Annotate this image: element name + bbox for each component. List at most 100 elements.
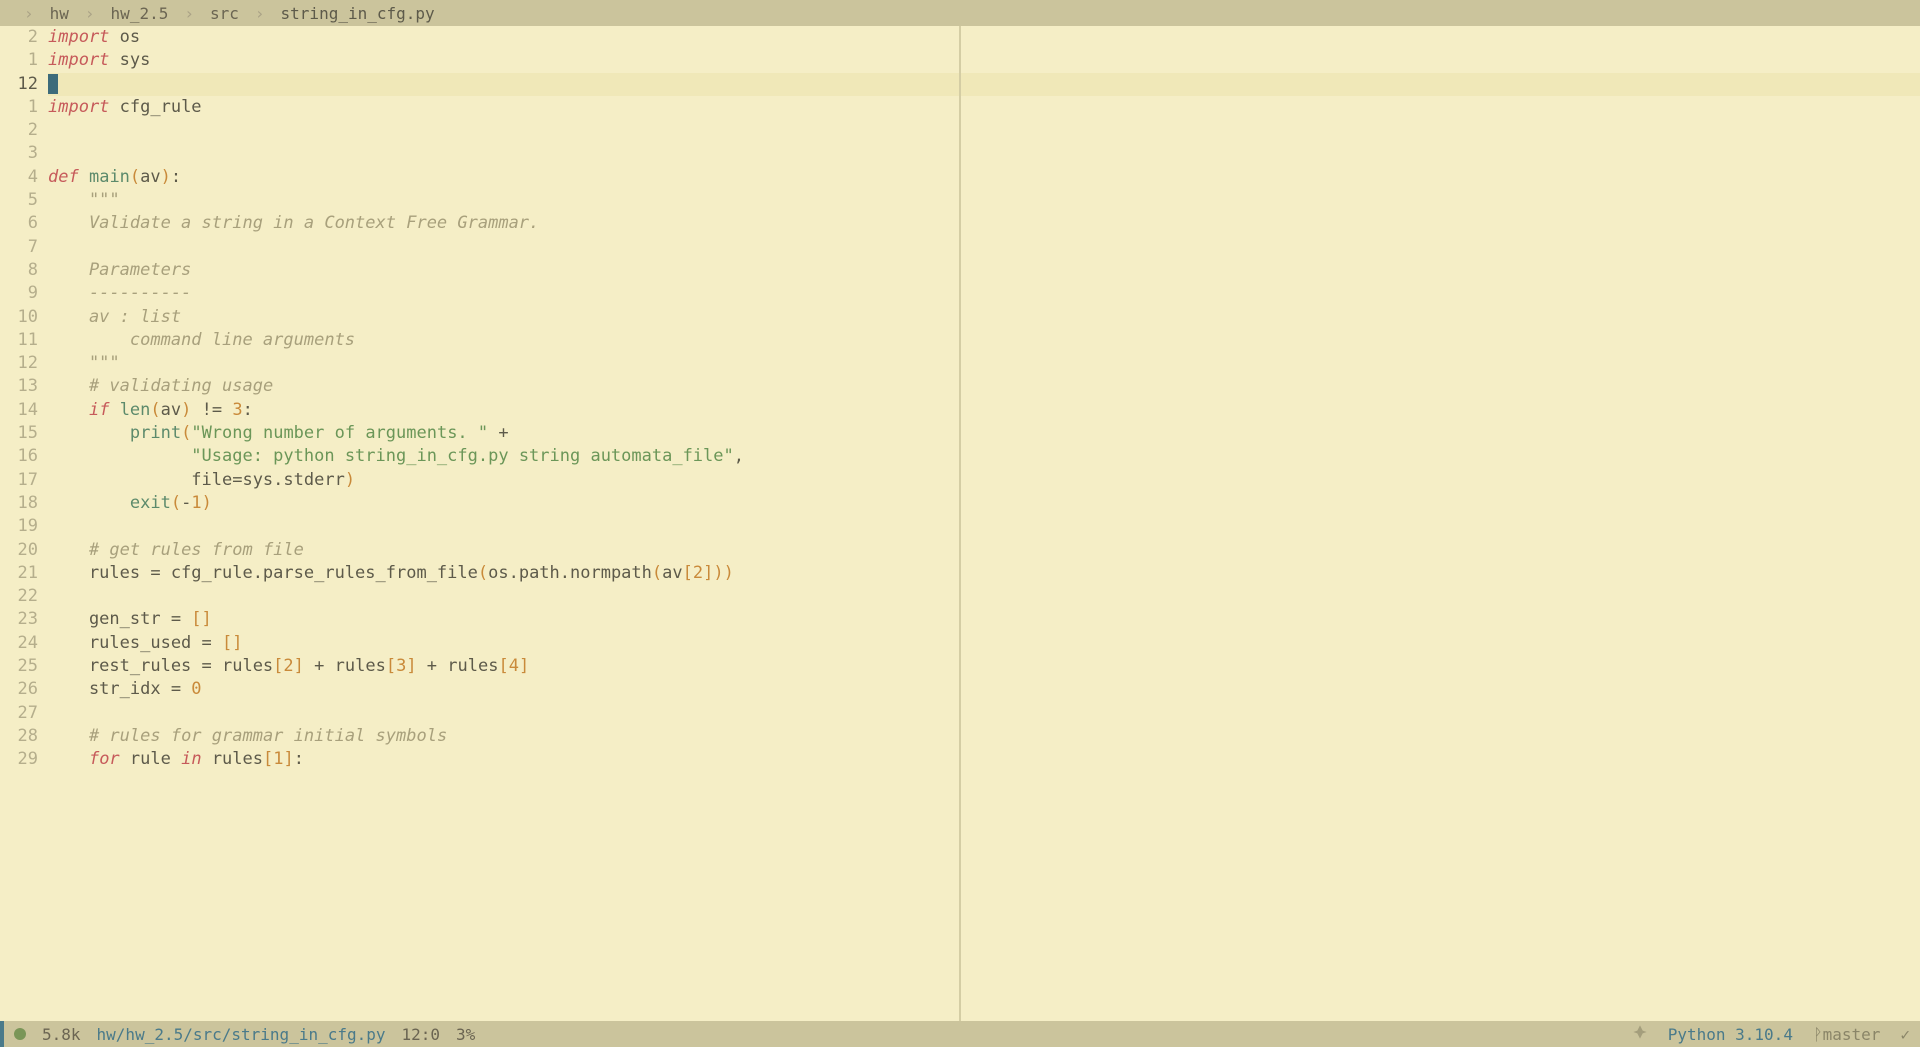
code-token: """ <box>48 189 120 212</box>
code-line[interactable]: # validating usage <box>48 375 959 398</box>
code-token: command line arguments <box>48 329 355 352</box>
code-line[interactable]: exit(-1) <box>48 492 959 515</box>
code-token: ] <box>703 562 713 585</box>
breadcrumb-item[interactable]: hw <box>50 4 69 23</box>
code-line[interactable] <box>961 655 1920 678</box>
code-line[interactable] <box>961 585 1920 608</box>
code-token <box>48 399 89 422</box>
code-line[interactable]: rules_used = [] <box>48 632 959 655</box>
code-line[interactable]: rest_rules = rules[2] + rules[3] + rules… <box>48 655 959 678</box>
code-line[interactable] <box>961 49 1920 72</box>
code-line[interactable] <box>48 702 959 725</box>
code-line[interactable] <box>961 422 1920 445</box>
code-line[interactable] <box>48 236 959 259</box>
code-line[interactable] <box>961 678 1920 701</box>
editor-pane-left[interactable]: 2112123456789101112131415161718192021222… <box>0 26 961 1021</box>
code-line[interactable]: "Usage: python string_in_cfg.py string a… <box>48 445 959 468</box>
breadcrumb-item[interactable]: src <box>210 4 239 23</box>
code-line[interactable] <box>961 96 1920 119</box>
code-line[interactable]: import sys <box>48 49 959 72</box>
code-token <box>48 422 130 445</box>
code-line[interactable] <box>961 259 1920 282</box>
code-line[interactable] <box>961 142 1920 165</box>
code-line[interactable] <box>961 119 1920 142</box>
code-line[interactable] <box>961 562 1920 585</box>
code-line[interactable]: """ <box>48 352 959 375</box>
code-line[interactable] <box>961 445 1920 468</box>
code-token: ] <box>519 655 529 678</box>
rocket-icon[interactable] <box>1632 1024 1648 1044</box>
code-line[interactable]: # get rules from file <box>48 539 959 562</box>
line-number: 9 <box>0 282 38 305</box>
code-line[interactable] <box>961 399 1920 422</box>
code-line[interactable]: for rule in rules[1]: <box>48 748 959 771</box>
code-line[interactable] <box>48 73 959 96</box>
code-line[interactable] <box>961 748 1920 771</box>
code-line[interactable] <box>961 189 1920 212</box>
code-line[interactable]: str_idx = 0 <box>48 678 959 701</box>
code-line[interactable] <box>961 73 1920 96</box>
file-path[interactable]: hw/hw_2.5/src/string_in_cfg.py <box>97 1025 386 1044</box>
code-line[interactable] <box>48 142 959 165</box>
code-line[interactable] <box>961 725 1920 748</box>
line-number: 23 <box>0 608 38 631</box>
code-line[interactable]: gen_str = [] <box>48 608 959 631</box>
code-line[interactable]: ---------- <box>48 282 959 305</box>
code-line[interactable] <box>961 492 1920 515</box>
code-line[interactable]: av : list <box>48 306 959 329</box>
python-version[interactable]: Python 3.10.4 <box>1668 1025 1793 1044</box>
code-line[interactable] <box>961 539 1920 562</box>
cursor-position[interactable]: 12:0 <box>402 1025 441 1044</box>
code-line[interactable] <box>48 585 959 608</box>
scroll-percent: 3% <box>456 1025 475 1044</box>
code-token: file=sys.stderr <box>48 469 345 492</box>
line-number: 5 <box>0 189 38 212</box>
code-line[interactable] <box>48 515 959 538</box>
code-token: 2 <box>283 655 293 678</box>
code-line[interactable]: command line arguments <box>48 329 959 352</box>
breadcrumb-item[interactable]: hw_2.5 <box>111 4 169 23</box>
code-line[interactable] <box>961 212 1920 235</box>
code-line[interactable] <box>961 306 1920 329</box>
code-line[interactable]: Validate a string in a Context Free Gram… <box>48 212 959 235</box>
code-line[interactable]: if len(av) != 3: <box>48 399 959 422</box>
code-line[interactable] <box>961 236 1920 259</box>
code-token: : <box>243 399 253 422</box>
code-line[interactable]: def main(av): <box>48 166 959 189</box>
code-line[interactable]: import os <box>48 26 959 49</box>
code-line[interactable]: """ <box>48 189 959 212</box>
code-token: [] <box>222 632 242 655</box>
code-line[interactable] <box>48 119 959 142</box>
code-line[interactable] <box>961 352 1920 375</box>
code-line[interactable]: print("Wrong number of arguments. " + <box>48 422 959 445</box>
line-number: 21 <box>0 562 38 585</box>
code-area[interactable]: import osimport sys import cfg_ruledef ma… <box>48 26 959 1021</box>
code-line[interactable]: Parameters <box>48 259 959 282</box>
code-token: print <box>130 422 181 445</box>
code-token: , <box>734 445 744 468</box>
code-line[interactable] <box>961 375 1920 398</box>
code-line[interactable]: rules = cfg_rule.parse_rules_from_file(o… <box>48 562 959 585</box>
code-line[interactable] <box>961 608 1920 631</box>
code-token: len <box>120 399 151 422</box>
git-branch[interactable]: ᚹmaster <box>1813 1025 1880 1044</box>
code-line[interactable] <box>961 632 1920 655</box>
check-icon[interactable]: ✓ <box>1900 1025 1910 1044</box>
code-line[interactable] <box>961 702 1920 725</box>
code-line[interactable]: # rules for grammar initial symbols <box>48 725 959 748</box>
code-token: ] <box>406 655 416 678</box>
code-line[interactable] <box>961 329 1920 352</box>
code-line[interactable] <box>961 282 1920 305</box>
code-line[interactable] <box>961 26 1920 49</box>
code-line[interactable]: file=sys.stderr) <box>48 469 959 492</box>
code-line[interactable] <box>961 166 1920 189</box>
code-area-right[interactable] <box>961 26 1920 1021</box>
code-token: # validating usage <box>89 375 273 398</box>
editor-pane-right[interactable] <box>961 26 1920 1021</box>
code-token: ---------- <box>48 282 191 305</box>
breadcrumb-file[interactable]: string_in_cfg.py <box>281 4 435 23</box>
code-line[interactable] <box>961 515 1920 538</box>
code-line[interactable]: import cfg_rule <box>48 96 959 119</box>
code-line[interactable] <box>961 469 1920 492</box>
code-token: [] <box>191 608 211 631</box>
